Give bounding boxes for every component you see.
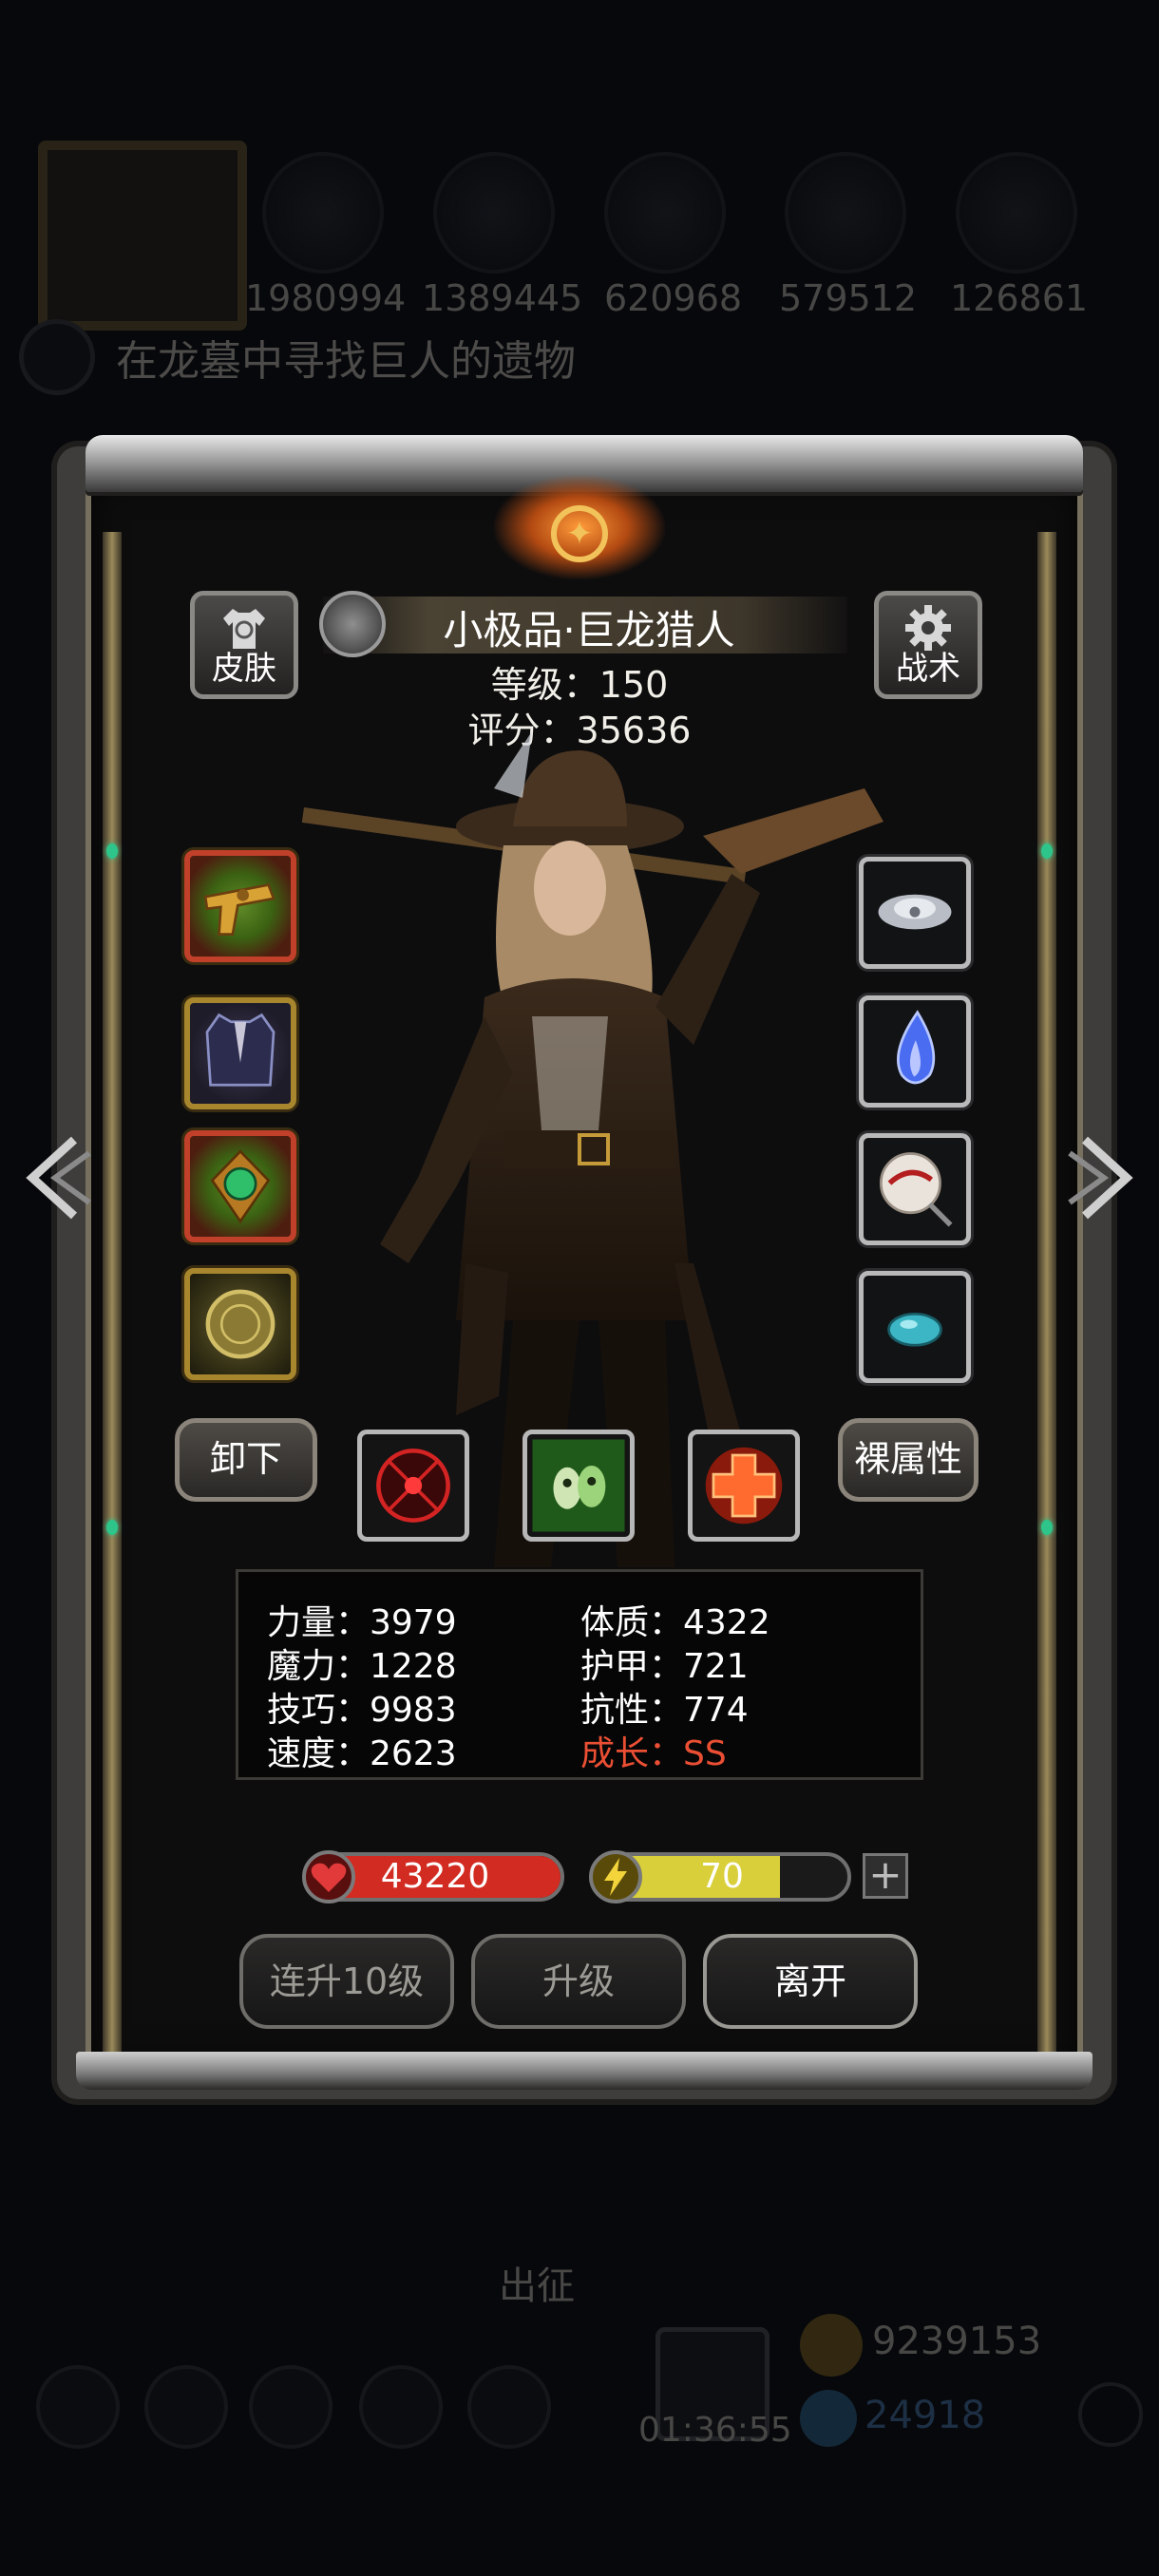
- frame-pillar: [103, 532, 122, 2052]
- skill-slot-1[interactable]: [357, 1430, 469, 1542]
- stat-armor: 护甲：721: [580, 1647, 749, 1686]
- gold-coin-icon: [800, 2314, 863, 2377]
- skin-label: 皮肤: [212, 650, 276, 688]
- quest-text: 在龙墓中寻找巨人的遗物: [116, 337, 576, 386]
- equip-slot-armor[interactable]: [184, 997, 296, 1109]
- level-up-10-button[interactable]: 连升10级: [239, 1934, 454, 2029]
- tactics-button[interactable]: 战术: [874, 591, 982, 699]
- frame-pillar: [1037, 532, 1056, 2052]
- menu-icon: [144, 2365, 228, 2449]
- base-attributes-button[interactable]: 裸属性: [838, 1418, 978, 1502]
- gem-icon: [800, 2390, 857, 2447]
- blood-fan-icon: [879, 1152, 953, 1227]
- red-target-icon: [376, 1449, 450, 1523]
- skill-slot-2[interactable]: [522, 1430, 635, 1542]
- deploy-label: 出征: [499, 2264, 575, 2308]
- emerald-brooch-icon: [210, 1149, 271, 1224]
- gold-count: 9239153: [872, 2320, 1042, 2363]
- prev-hero-arrow-icon[interactable]: [17, 1130, 93, 1225]
- stat-speed: 速度：2623: [267, 1734, 457, 1773]
- skill-slot-3[interactable]: [688, 1430, 800, 1542]
- heart-icon: [302, 1850, 355, 1904]
- frame-gem: [106, 843, 118, 859]
- equip-slot-rune-4[interactable]: [859, 1271, 971, 1383]
- blue-flame-icon: [897, 1010, 936, 1085]
- next-hero-arrow-icon[interactable]: [1066, 1130, 1142, 1225]
- lightning-icon: [589, 1850, 642, 1904]
- resource-icon: [604, 152, 726, 274]
- equip-slot-weapon[interactable]: [184, 850, 296, 962]
- player-portrait: [38, 141, 247, 331]
- equip-slot-medal[interactable]: [184, 1268, 296, 1380]
- teal-stone-icon: [887, 1312, 942, 1347]
- frame-gem: [106, 1520, 118, 1535]
- resource-count: 620968: [604, 277, 743, 319]
- resource-icon: [785, 152, 906, 274]
- stat-magic: 魔力：1228: [267, 1647, 457, 1686]
- crest-emblem-icon: ✦: [551, 505, 608, 562]
- hero-class-gear-icon: [319, 591, 386, 657]
- frame-gem: [1041, 1520, 1053, 1535]
- resource-count: 1980994: [245, 277, 407, 319]
- frame-gem: [1041, 843, 1053, 859]
- frame-bottom-ornament: [76, 2052, 1092, 2090]
- skin-button[interactable]: 皮肤: [190, 591, 298, 699]
- resource-count: 1389445: [422, 277, 583, 319]
- gift-timer: 01:36:55: [638, 2411, 792, 2450]
- hero-level: 等级：150: [490, 664, 669, 706]
- leave-button[interactable]: 离开: [703, 1934, 918, 2029]
- resource-count: 579512: [779, 277, 918, 319]
- resource-icon: [433, 152, 555, 274]
- level-up-button[interactable]: 升级: [471, 1934, 686, 2029]
- tactics-label: 战术: [896, 650, 960, 688]
- stat-strength: 力量：3979: [267, 1603, 457, 1642]
- stat-resistance: 抗性：774: [580, 1691, 749, 1730]
- equip-slot-accessory[interactable]: [184, 1130, 296, 1242]
- red-cross-icon: [705, 1447, 783, 1525]
- unequip-button[interactable]: 卸下: [175, 1418, 317, 1502]
- equip-slot-rune-1[interactable]: [859, 857, 971, 969]
- menu-icon: [359, 2365, 443, 2449]
- cloud-rune-icon: [878, 894, 952, 930]
- equip-slot-rune-3[interactable]: [859, 1133, 971, 1245]
- add-energy-button[interactable]: +: [863, 1853, 908, 1899]
- stat-constitution: 体质：4322: [580, 1603, 770, 1642]
- gem-count: 24918: [864, 2394, 986, 2437]
- resource-icon: [956, 152, 1077, 274]
- stat-growth: 成长：SS: [580, 1734, 727, 1773]
- green-mask-icon: [532, 1439, 625, 1532]
- menu-icon: [249, 2365, 332, 2449]
- gold-medallion-icon: [205, 1289, 276, 1359]
- stat-skill: 技巧：9983: [267, 1691, 457, 1730]
- menu-icon: [467, 2365, 551, 2449]
- resource-count: 126861: [950, 277, 1089, 319]
- golden-pistol-icon: [203, 883, 276, 936]
- menu-icon: [36, 2365, 120, 2449]
- hero-name: 小极品·巨龙猎人: [443, 607, 735, 653]
- resource-icon: [262, 152, 384, 274]
- quest-icon: [19, 319, 95, 395]
- equip-slot-rune-2[interactable]: [859, 995, 971, 1108]
- stats-panel: 力量：3979 体质：4322 魔力：1228 护甲：721 技巧：9983 抗…: [236, 1569, 923, 1780]
- add-icon: [1078, 2382, 1143, 2447]
- dark-coat-icon: [205, 1013, 276, 1087]
